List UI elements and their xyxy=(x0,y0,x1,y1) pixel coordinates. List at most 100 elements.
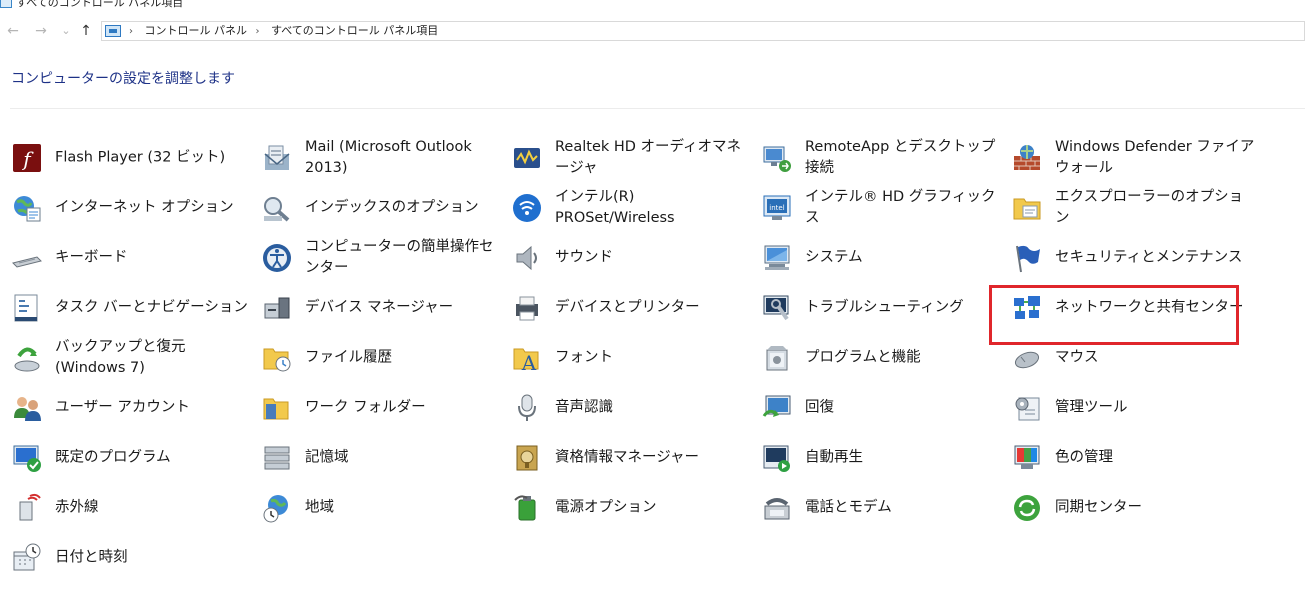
control-panel-item[interactable]: Realtek HD オーディオマネージャ xyxy=(511,138,751,178)
control-panel-item[interactable]: 電話とモデム xyxy=(761,488,1001,528)
breadcrumb-all-items[interactable]: すべてのコントロール パネル項目 xyxy=(271,24,438,37)
control-panel-item[interactable]: ユーザー アカウント xyxy=(11,388,251,428)
control-panel-item[interactable]: 同期センター xyxy=(1011,488,1251,528)
breadcrumb-control-panel[interactable]: コントロール パネル xyxy=(145,24,248,37)
control-panel-item[interactable]: コンピューターの簡単操作センター xyxy=(261,238,501,278)
control-panel-item-label: 電話とモデム xyxy=(805,499,892,516)
taskbar-icon xyxy=(11,292,43,324)
forward-button[interactable]: → xyxy=(32,22,50,40)
control-panel-item[interactable]: デバイスとプリンター xyxy=(511,288,751,328)
control-panel-item-label: 資格情報マネージャー xyxy=(555,449,699,466)
control-panel-item[interactable]: インテル(R) PROSet/Wireless xyxy=(511,188,751,228)
divider xyxy=(10,108,1305,109)
breadcrumb-separator: › xyxy=(129,26,133,37)
indexing-icon xyxy=(261,192,293,224)
firewall-icon xyxy=(1011,142,1043,174)
control-panel-item-label: タスク バーとナビゲーション xyxy=(55,299,248,316)
microphone-icon xyxy=(511,392,543,424)
control-panel-item[interactable]: バックアップと復元 (Windows 7) xyxy=(11,338,251,378)
control-panel-item-label: 自動再生 xyxy=(805,449,863,466)
mouse-icon xyxy=(1011,342,1043,374)
control-panel-item-label: インターネット オプション xyxy=(55,199,234,216)
control-panel-item[interactable]: タスク バーとナビゲーション xyxy=(11,288,251,328)
breadcrumb-separator: › xyxy=(255,26,260,37)
control-panel-item-label: インテル(R) PROSet/Wireless xyxy=(555,189,675,226)
control-panel-item[interactable]: システム xyxy=(761,238,1001,278)
troubleshooting-icon xyxy=(761,292,793,324)
control-panel-item-label: トラブルシューティング xyxy=(805,299,964,316)
address-bar[interactable]: › コントロール パネル › すべてのコントロール パネル項目 xyxy=(101,21,1305,41)
control-panel-item[interactable]: RemoteApp とデスクトップ接続 xyxy=(761,138,1001,178)
device-manager-icon xyxy=(261,292,293,324)
control-panel-item[interactable]: 管理ツール xyxy=(1011,388,1251,428)
control-panel-item[interactable]: Windows Defender ファイアウォール xyxy=(1011,138,1254,178)
control-panel-item-label: ユーザー アカウント xyxy=(55,399,190,416)
control-panel-item[interactable]: 既定のプログラム xyxy=(11,438,251,478)
control-panel-item-label: フォント xyxy=(555,349,613,366)
control-panel-item-label: 既定のプログラム xyxy=(55,449,171,466)
control-panel-item[interactable]: 記憶域 xyxy=(261,438,501,478)
control-panel-item[interactable]: インターネット オプション xyxy=(11,188,251,228)
window-title-bar: すべてのコントロール パネル項目 xyxy=(0,0,1307,16)
control-panel-item-label: デバイス マネージャー xyxy=(305,299,454,316)
control-panel-item-label: ワーク フォルダー xyxy=(305,399,426,416)
control-panel-item[interactable]: 日付と時刻 xyxy=(11,538,251,578)
control-panel-item-label: ファイル履歴 xyxy=(305,349,392,366)
wireless-icon xyxy=(511,192,543,224)
control-panel-item-label: 日付と時刻 xyxy=(55,549,128,566)
control-panel-item[interactable]: インデックスのオプション xyxy=(261,188,501,228)
recovery-icon xyxy=(761,392,793,424)
color-management-icon xyxy=(1011,442,1043,474)
control-panel-item-label: 管理ツール xyxy=(1055,399,1128,416)
control-panel-item[interactable]: Mail (Microsoft Outlook 2013) xyxy=(261,138,501,178)
control-panel-item-label: コンピューターの簡単操作センター xyxy=(305,239,494,276)
control-panel-item[interactable]: 回復 xyxy=(761,388,1001,428)
control-panel-item[interactable]: デバイス マネージャー xyxy=(261,288,501,328)
control-panel-item[interactable]: f Flash Player (32 ビット) xyxy=(11,138,251,178)
font-icon: A xyxy=(511,342,543,375)
control-panel-icon xyxy=(105,25,121,37)
page-title: コンピューターの設定を調整します xyxy=(11,71,235,87)
control-panel-item[interactable]: 赤外線 xyxy=(11,488,251,528)
realtek-audio-icon xyxy=(511,142,543,174)
control-panel-item[interactable]: ファイル履歴 xyxy=(261,338,501,378)
power-icon xyxy=(511,492,543,524)
control-panel-item[interactable]: プログラムと機能 xyxy=(761,338,1001,378)
control-panel-item[interactable]: キーボード xyxy=(11,238,251,278)
control-panel-item[interactable]: 資格情報マネージャー xyxy=(511,438,751,478)
ease-of-access-icon xyxy=(261,242,293,274)
control-panel-item[interactable]: エクスプローラーのオプション xyxy=(1011,188,1251,228)
control-panel-item-label: プログラムと機能 xyxy=(805,349,921,366)
backup-icon xyxy=(11,342,43,374)
control-panel-item[interactable]: 色の管理 xyxy=(1011,438,1251,478)
control-panel-item-label: マウス xyxy=(1055,349,1099,366)
up-button[interactable]: ↑ xyxy=(77,22,95,40)
file-history-icon xyxy=(261,342,293,374)
control-panel-item[interactable]: 音声認識 xyxy=(511,388,751,428)
system-icon xyxy=(761,242,793,274)
control-panel-item[interactable]: セキュリティとメンテナンス xyxy=(1011,238,1251,278)
control-panel-item[interactable]: ワーク フォルダー xyxy=(261,388,501,428)
control-panel-item[interactable]: A フォント xyxy=(511,338,751,378)
control-panel-item[interactable]: 地域 xyxy=(261,488,501,528)
control-panel-item-label: セキュリティとメンテナンス xyxy=(1055,249,1243,266)
control-panel-item-label: 回復 xyxy=(805,399,834,416)
control-panel-item[interactable]: intel インテル® HD グラフィックス xyxy=(761,188,1001,228)
mail-icon xyxy=(261,142,293,174)
control-panel-item[interactable]: トラブルシューティング xyxy=(761,288,1001,328)
control-panel-item-label: バックアップと復元 (Windows 7) xyxy=(55,339,186,376)
control-panel-item-label: RemoteApp とデスクトップ接続 xyxy=(805,139,996,176)
control-panel-item[interactable]: 電源オプション xyxy=(511,488,751,528)
programs-icon xyxy=(761,342,793,374)
control-panel-item-label: デバイスとプリンター xyxy=(555,299,700,316)
control-panel-item-label: Flash Player (32 ビット) xyxy=(55,149,226,166)
back-button[interactable]: ← xyxy=(4,22,22,40)
date-time-icon xyxy=(11,542,43,574)
control-panel-item-label: 地域 xyxy=(305,499,334,516)
control-panel-item-label: システム xyxy=(805,249,863,266)
recent-locations-button[interactable]: ⌄ xyxy=(57,22,75,40)
credential-icon xyxy=(511,442,543,474)
window-title: すべてのコントロール パネル項目 xyxy=(16,0,184,9)
control-panel-item[interactable]: サウンド xyxy=(511,238,751,278)
control-panel-item[interactable]: 自動再生 xyxy=(761,438,1001,478)
